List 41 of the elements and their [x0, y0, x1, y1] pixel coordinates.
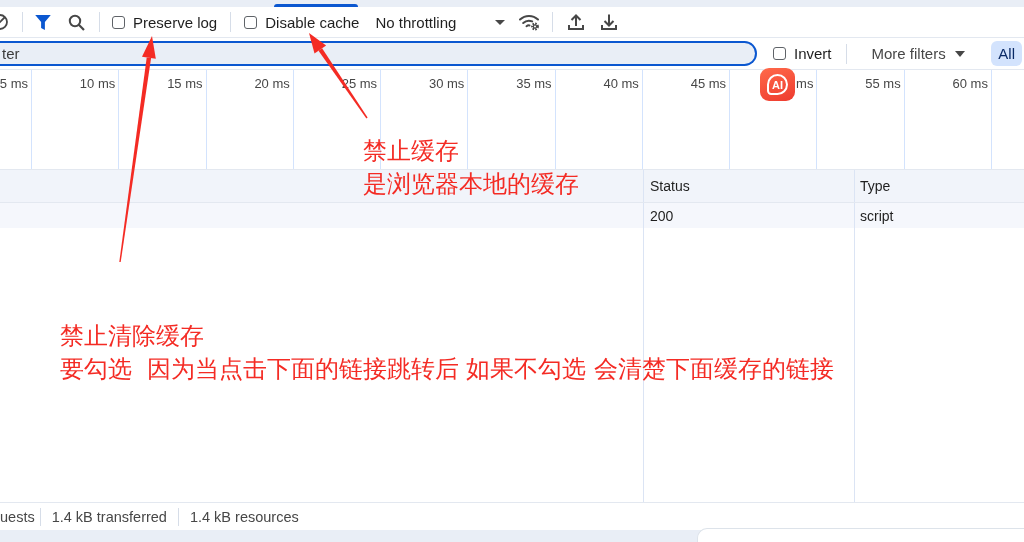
caret-icon — [954, 50, 965, 57]
clear-icon[interactable] — [0, 13, 9, 31]
preserve-log-label[interactable]: Preserve log — [133, 13, 218, 31]
time-tick-label: 15 ms — [167, 76, 203, 91]
invert-label[interactable]: Invert — [794, 45, 832, 62]
table-row[interactable]: 200 script — [0, 203, 1024, 228]
annotation-text: 禁止清除缓存 — [60, 321, 204, 352]
column-header[interactable]: Status — [650, 178, 690, 194]
time-tick-label: 10 ms — [79, 76, 116, 91]
status-text: 1.4 kB transferred — [50, 508, 168, 525]
search-icon[interactable] — [68, 13, 85, 31]
column-header[interactable]: Type — [860, 178, 891, 194]
more-filters-dropdown[interactable]: More filters — [871, 45, 965, 62]
time-tick-label: 55 ms — [865, 76, 901, 91]
preserve-log-checkbox[interactable] — [112, 15, 125, 29]
time-tick-label: ms — [796, 76, 814, 91]
status-text: uests — [0, 508, 36, 525]
annotation-text: 禁止缓存 — [363, 136, 459, 167]
time-tick-label: 60 ms — [952, 76, 988, 91]
disable-cache-label[interactable]: Disable cache — [265, 13, 360, 31]
upload-icon[interactable] — [567, 13, 586, 31]
time-tick-label: 20 ms — [254, 76, 290, 91]
throttling-dropdown[interactable]: No throttling — [375, 13, 506, 31]
filter-icon[interactable] — [35, 14, 51, 30]
status-cell: 200 — [650, 207, 674, 224]
disable-cache-checkbox[interactable] — [244, 15, 258, 29]
annotation-text: 要勾选 因为当点击下面的链接跳转后 如果不勾选 会清楚下面缓存的链接 — [60, 354, 834, 385]
time-tick-label: 40 ms — [603, 76, 639, 91]
time-tick-label: 30 ms — [428, 76, 465, 91]
caret-icon — [495, 19, 506, 25]
download-icon[interactable] — [600, 13, 619, 31]
invert-checkbox[interactable] — [773, 47, 786, 60]
type-cell: script — [860, 207, 894, 224]
time-tick-label: 45 ms — [690, 76, 727, 91]
time-tick-label: 35 ms — [516, 76, 552, 91]
wifi-gear-icon[interactable] — [519, 13, 541, 31]
annotation-text: 是浏览器本地的缓存 — [363, 169, 579, 200]
filter-field[interactable]: ter — [0, 41, 757, 66]
time-tick-label: 5 ms — [0, 76, 28, 91]
type-filter-button[interactable]: All — [991, 41, 1022, 66]
status-text: 1.4 kB resources — [188, 508, 300, 525]
